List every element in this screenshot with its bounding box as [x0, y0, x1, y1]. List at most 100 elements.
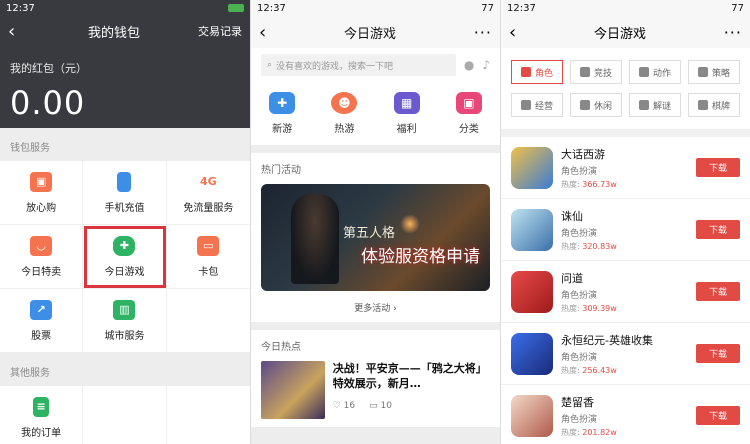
phone-icon: [117, 171, 132, 192]
game-heat: 256.43w: [582, 365, 617, 375]
category-hot-games[interactable]: ☻ 热游: [331, 92, 358, 135]
service-stocks[interactable]: ↗ 股票: [0, 289, 84, 353]
transaction-history-link[interactable]: 交易记录: [198, 23, 242, 39]
tag-casual[interactable]: 休闲: [570, 93, 622, 117]
service-city[interactable]: ▥ 城市服务: [83, 289, 167, 353]
status-bar: 12:37 77: [501, 0, 750, 16]
category-row: ✚ 新游 ☻ 热游 ▦ 福利 ▣ 分类: [251, 84, 500, 145]
banner-logo: 第五人格: [343, 226, 396, 241]
game-row[interactable]: 大话西游 角色扮演 热度: 366.73w 下载: [501, 137, 750, 199]
wallet-services-grid: ▣ 放心购 手机充值 4G 免流量服务 ◡ 今日特卖 ✚ 今日游戏 ▭ 卡包 ↗…: [0, 161, 250, 353]
game-heat: 366.73w: [582, 179, 617, 189]
comment-count: ▭ 10: [369, 401, 392, 411]
wallet-panel: 12:37 ‹ 我的钱包 交易记录 我的红包（元） 0.00 钱包服务 ▣ 放心…: [0, 0, 250, 444]
news-item[interactable]: 决战！平安京——「鸦之大将」特效展示，新月… ♡ 16 ▭ 10: [251, 361, 500, 427]
download-button[interactable]: 下载: [696, 220, 740, 239]
empty-cell: [166, 289, 250, 353]
hot-activity-section: 热门活动 第五人格 体验服资格申请 更多活动 ›: [251, 153, 500, 322]
game-row[interactable]: 楚留香 角色扮演 热度: 201.82w 下载: [501, 385, 750, 444]
chart-icon: ↗: [30, 299, 53, 320]
order-icon: ≡: [33, 396, 50, 417]
other-services-grid: ≡ 我的订单: [0, 386, 250, 444]
news-thumbnail: [261, 361, 325, 419]
puzzle-piece-icon: [638, 100, 649, 110]
back-icon[interactable]: ‹: [509, 22, 516, 43]
gamepad-icon: ✚: [269, 92, 296, 114]
4g-icon: 4G: [199, 175, 217, 188]
service-card-pack[interactable]: ▭ 卡包: [166, 225, 250, 289]
tag-management[interactable]: 经营: [511, 93, 563, 117]
service-daily-sale[interactable]: ◡ 今日特卖: [0, 225, 84, 289]
game-name: 大话西游: [561, 147, 605, 161]
tag-board[interactable]: 棋牌: [688, 93, 740, 117]
genre-tags: 角色 竞技 动作 策略 经营 休闲 解谜 棋牌: [501, 48, 750, 129]
tag-role[interactable]: 角色: [511, 60, 563, 84]
service-my-orders[interactable]: ≡ 我的订单: [0, 386, 84, 444]
game-genre: 角色扮演: [561, 290, 598, 301]
back-icon[interactable]: ‹: [8, 21, 30, 42]
search-input[interactable]: ⌕ 没有喜欢的游戏，搜索一下吧: [261, 54, 456, 76]
status-bar: 12:37: [0, 0, 250, 16]
more-activities-link[interactable]: 更多活动 ›: [251, 291, 500, 322]
game-icon: [511, 394, 553, 437]
wallet-navbar: ‹ 我的钱包 交易记录: [0, 16, 250, 46]
tag-puzzle[interactable]: 解谜: [629, 93, 681, 117]
game-row[interactable]: 永恒纪元-英雄收集 角色扮演 热度: 256.43w 下载: [501, 323, 750, 385]
search-icon: ⌕: [267, 60, 273, 70]
game-list: 大话西游 角色扮演 热度: 366.73w 下载 诛仙 角色扮演 热度: 320…: [501, 129, 750, 444]
service-free-data[interactable]: 4G 免流量服务: [166, 161, 250, 225]
game-icon: [511, 270, 553, 313]
category-categories[interactable]: ▣ 分类: [455, 92, 482, 135]
game-icon: [511, 146, 553, 189]
game-heat: 320.83w: [582, 241, 617, 251]
games-home-panel: 12:37 77 ‹ 今日游戏 ··· ⌕ 没有喜欢的游戏，搜索一下吧 ● ♪ …: [250, 0, 500, 444]
ticket-icon: ▭: [197, 235, 220, 256]
balance-value[interactable]: 0.00: [0, 76, 250, 122]
download-button[interactable]: 下载: [696, 158, 740, 177]
other-services-title: 其他服务: [0, 353, 250, 386]
wallet-header: 12:37 ‹ 我的钱包 交易记录 我的红包（元） 0.00: [0, 0, 250, 128]
puzzle-icon: [520, 100, 531, 110]
back-icon[interactable]: ‹: [259, 22, 266, 43]
like-count: ♡ 16: [332, 401, 356, 411]
swords-icon: [579, 67, 590, 77]
service-phone-recharge[interactable]: 手机充值: [83, 161, 167, 225]
shopping-bag-icon: ▣: [30, 171, 53, 192]
game-icon: [511, 332, 553, 375]
download-button[interactable]: 下载: [696, 406, 740, 425]
bell-icon[interactable]: ♪: [482, 58, 490, 72]
activity-banner[interactable]: 第五人格 体验服资格申请: [261, 184, 490, 291]
tag-competitive[interactable]: 竞技: [570, 60, 622, 84]
category-new-games[interactable]: ✚ 新游: [269, 92, 296, 135]
flame-icon: ☻: [331, 92, 358, 114]
game-heat: 309.39w: [582, 303, 617, 313]
service-today-games[interactable]: ✚ 今日游戏: [83, 225, 167, 289]
user-icon[interactable]: ●: [464, 58, 474, 72]
tag-action[interactable]: 动作: [629, 60, 681, 84]
game-genre: 角色扮演: [561, 414, 598, 425]
more-icon[interactable]: ···: [724, 23, 742, 42]
game-row[interactable]: 问道 角色扮演 热度: 309.39w 下载: [501, 261, 750, 323]
tag-strategy[interactable]: 策略: [688, 60, 740, 84]
games-home-navbar: ‹ 今日游戏 ···: [251, 16, 500, 48]
more-icon[interactable]: ···: [474, 23, 492, 42]
download-button[interactable]: 下载: [696, 344, 740, 363]
game-genre: 角色扮演: [561, 228, 598, 239]
gamepad-icon: ✚: [113, 235, 136, 256]
service-fangxingou[interactable]: ▣ 放心购: [0, 161, 84, 225]
game-name: 楚留香: [561, 395, 594, 409]
game-row[interactable]: 诛仙 角色扮演 热度: 320.83w 下载: [501, 199, 750, 261]
today-hot-title: 今日热点: [261, 342, 301, 353]
role-icon: [520, 67, 531, 77]
game-genre: 角色扮演: [561, 352, 598, 363]
games-list-panel: 12:37 77 ‹ 今日游戏 ··· 角色 竞技 动作 策略 经营 休闲 解谜…: [500, 0, 750, 444]
page-title: 今日游戏: [343, 26, 396, 42]
action-icon: [638, 67, 649, 77]
game-icon: [511, 208, 553, 251]
download-button[interactable]: 下载: [696, 282, 740, 301]
page-title: 今日游戏: [593, 26, 646, 42]
flag-icon: [697, 67, 708, 77]
category-welfare[interactable]: ▦ 福利: [393, 92, 420, 135]
game-heat: 201.82w: [582, 427, 617, 437]
building-icon: ▥: [113, 299, 136, 320]
